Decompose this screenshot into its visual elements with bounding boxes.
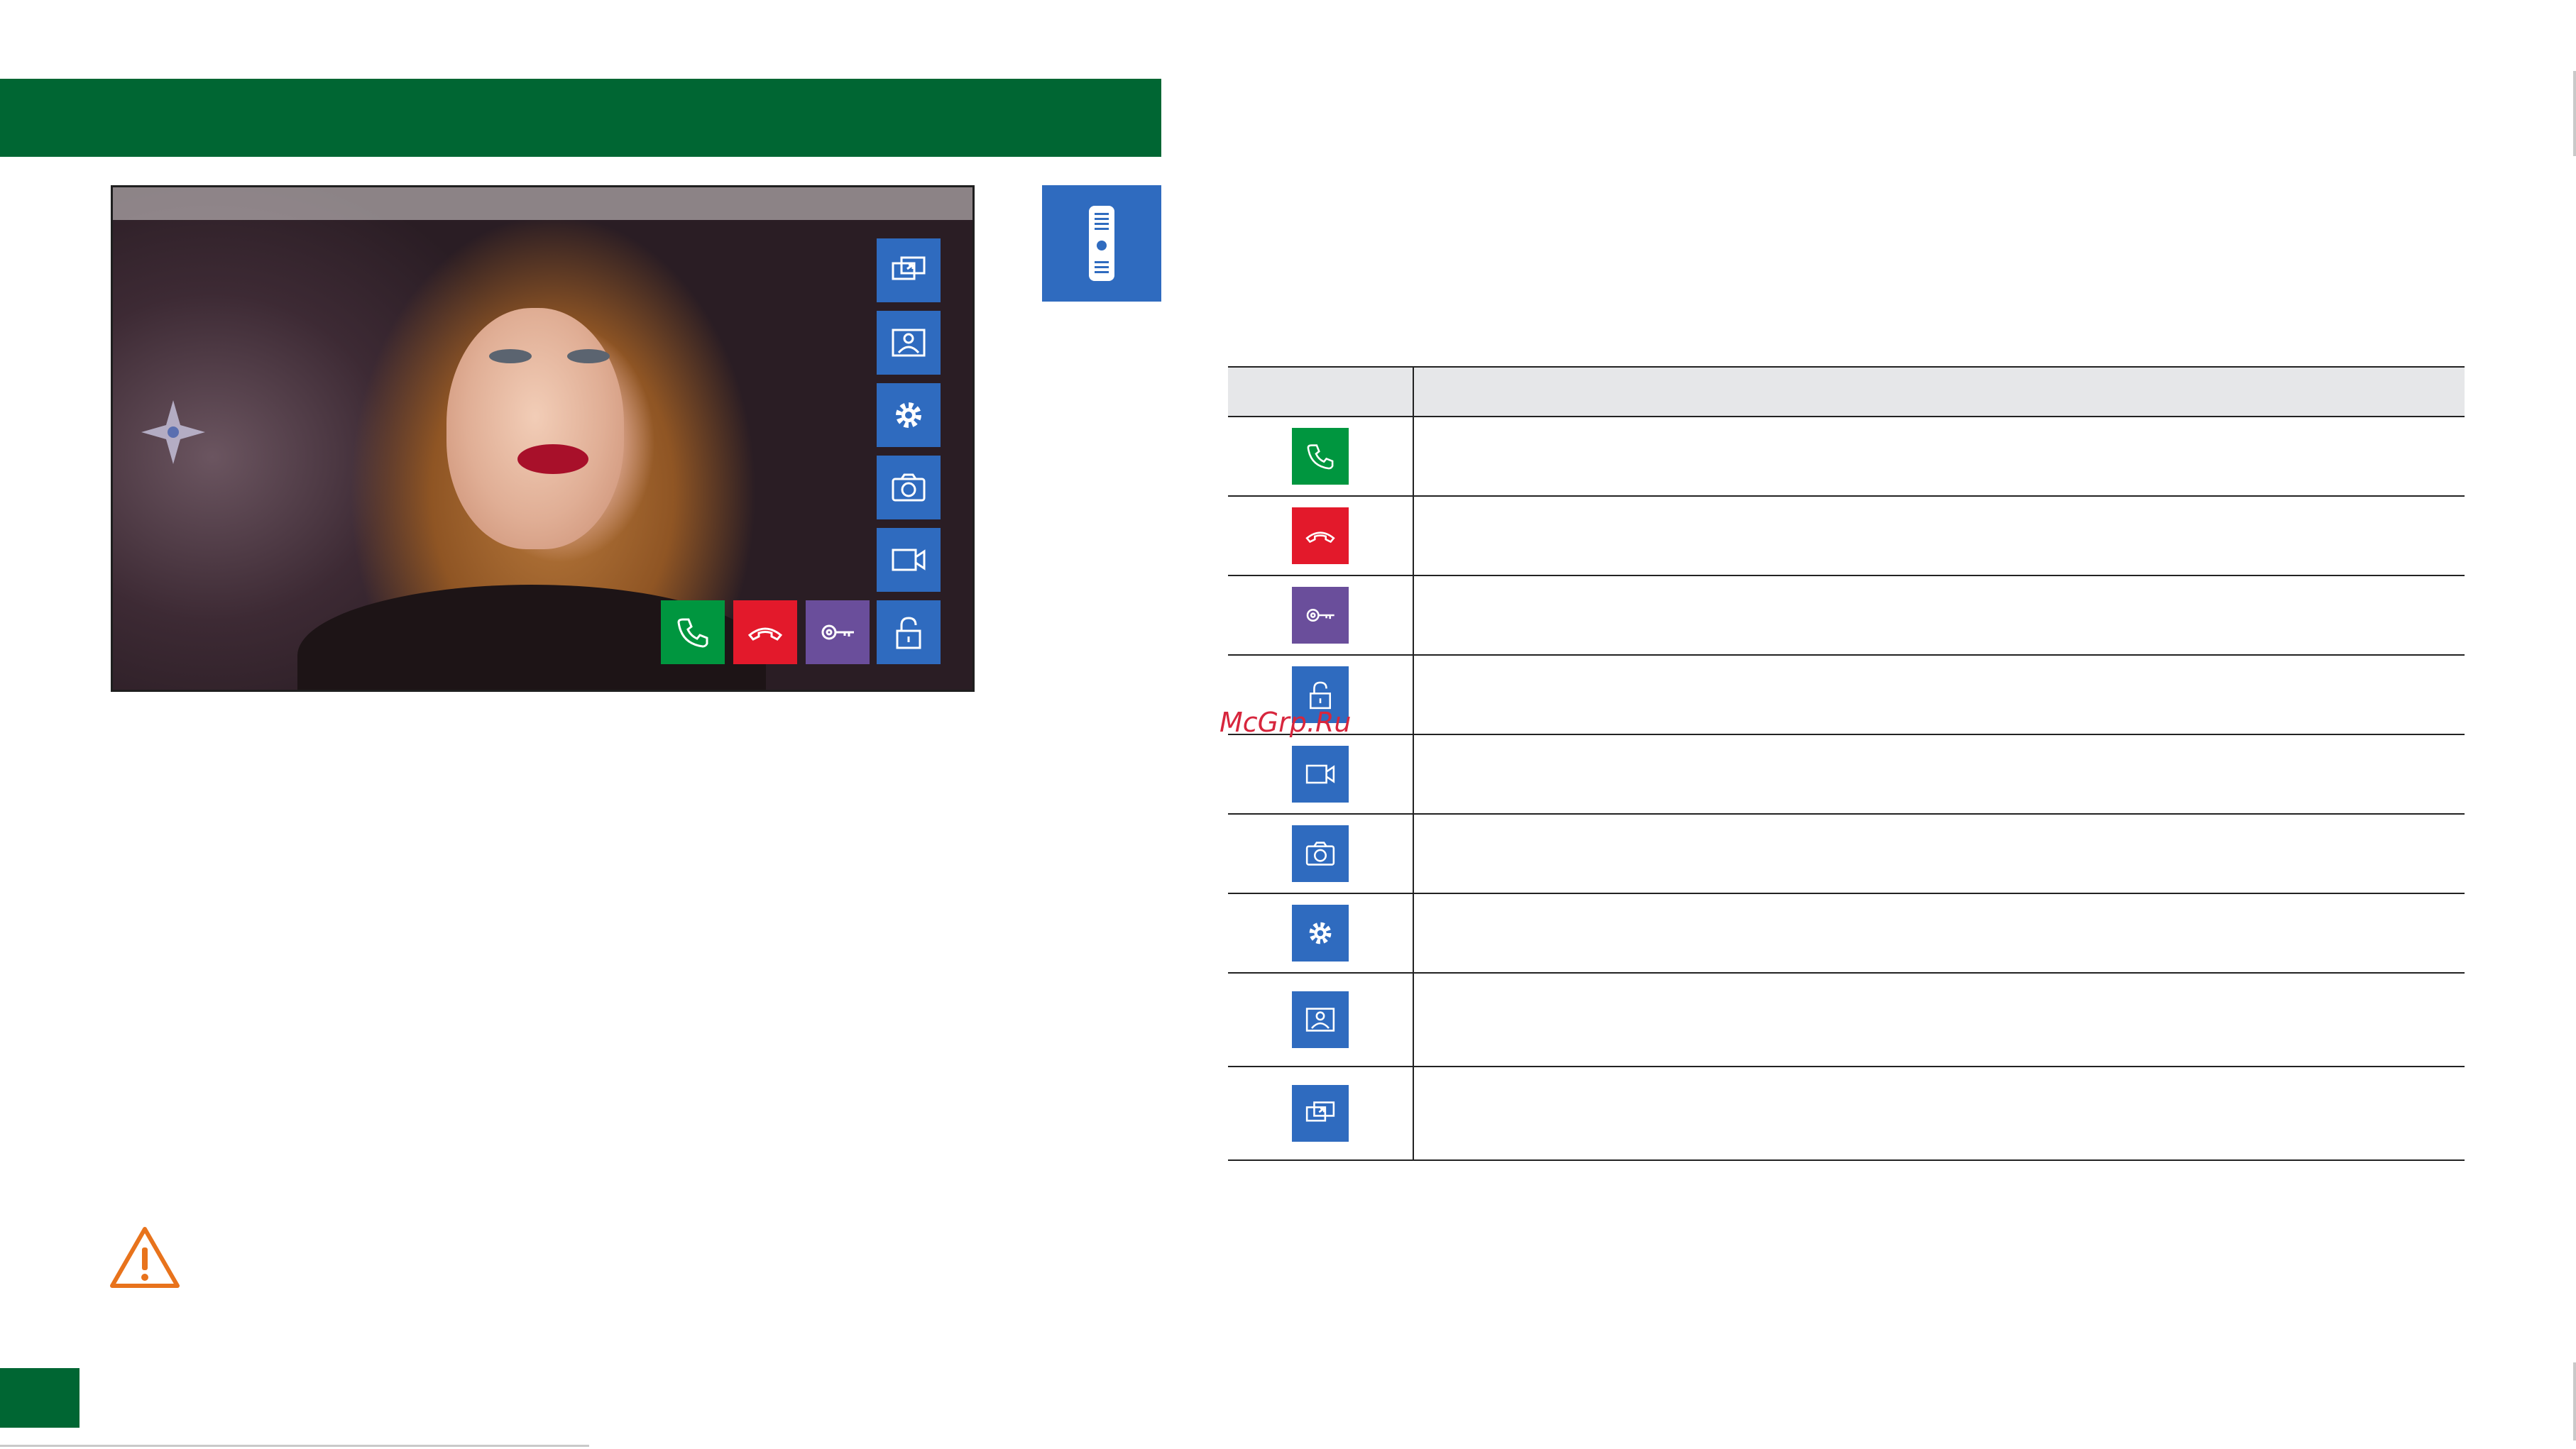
- watermark-text: McGrp.Ru: [1220, 707, 1352, 738]
- table-cell-icon: [1292, 507, 1349, 564]
- table-cell-description: [1413, 496, 2465, 576]
- footer-rule: [0, 1445, 589, 1447]
- table-cell-icon: [1292, 428, 1349, 485]
- phone-hangup-icon: [747, 627, 783, 641]
- table-header-row: [1228, 366, 2465, 417]
- table-cell-description: [1413, 973, 2465, 1067]
- monitor-screen: [111, 185, 975, 692]
- video-record-button[interactable]: [877, 528, 941, 592]
- table-cell-description: [1413, 734, 2465, 815]
- camera-icon: [892, 473, 926, 502]
- video-record-icon: [1305, 764, 1335, 784]
- edge-mark: [2573, 71, 2576, 156]
- outdoor-panel-icon-box: [1042, 185, 1161, 302]
- edge-mark: [2573, 1362, 2576, 1440]
- table-row: [1228, 814, 2465, 894]
- table-cell-description: [1413, 417, 2465, 497]
- table-row: [1228, 734, 2465, 815]
- visitor-image-face: [446, 308, 624, 549]
- gear-icon: [896, 402, 921, 428]
- gallery-icon: [892, 329, 926, 357]
- visitor-image-eye: [567, 349, 610, 363]
- table-row: [1228, 973, 2465, 1067]
- table-header-description: [1413, 366, 2465, 417]
- table-cell-icon: [1292, 991, 1349, 1048]
- gallery-icon: [1305, 1008, 1335, 1032]
- visitor-image-lips: [517, 444, 588, 474]
- table-cell-icon: [1292, 746, 1349, 803]
- snapshot-button[interactable]: [877, 456, 941, 519]
- key-icon: [821, 624, 854, 640]
- monitor-status-strip: [113, 187, 972, 220]
- gallery-button[interactable]: [877, 311, 941, 375]
- table-cell-icon: [1292, 1085, 1349, 1142]
- monitor-switch-icon: [1305, 1101, 1335, 1122]
- hangup-button[interactable]: [733, 600, 797, 664]
- gear-icon: [1309, 922, 1332, 944]
- camera-icon: [1305, 842, 1335, 866]
- unlock-button[interactable]: [877, 600, 941, 664]
- accept-call-button[interactable]: [661, 600, 725, 664]
- table-cell-icon: [1292, 587, 1349, 644]
- table-row: [1228, 893, 2465, 974]
- warning-icon: [110, 1227, 180, 1288]
- settings-button[interactable]: [877, 383, 941, 447]
- table-row: [1228, 1067, 2465, 1161]
- unlock-icon: [896, 617, 921, 649]
- table-row: [1228, 496, 2465, 576]
- visitor-image-eye: [489, 349, 532, 363]
- icon-legend-table: [1228, 366, 2465, 1161]
- table-cell-icon: [1292, 905, 1349, 962]
- video-record-icon: [892, 549, 926, 571]
- key-icon: [1306, 609, 1334, 622]
- phone-accept-icon: [677, 618, 708, 648]
- door-ornament: [141, 400, 205, 464]
- monitor-switch-button[interactable]: [877, 238, 941, 302]
- page-number-block: [0, 1368, 80, 1428]
- table-cell-description: [1413, 1067, 2465, 1161]
- phone-accept-icon: [1307, 444, 1334, 470]
- outdoor-panel-icon: [1089, 206, 1114, 281]
- table-cell-description: [1413, 655, 2465, 735]
- table-cell-description: [1413, 893, 2465, 974]
- table-cell-icon: [1292, 825, 1349, 882]
- header-bar: [0, 79, 1161, 157]
- monitor-switch-icon: [892, 256, 926, 280]
- table-row: [1228, 417, 2465, 497]
- table-cell-description: [1413, 814, 2465, 894]
- phone-hangup-icon: [1305, 531, 1335, 544]
- table-row: [1228, 575, 2465, 656]
- table-row: [1228, 655, 2465, 735]
- table-header-icon: [1228, 366, 1414, 417]
- table-cell-description: [1413, 575, 2465, 656]
- open-door-key-button[interactable]: [806, 600, 870, 664]
